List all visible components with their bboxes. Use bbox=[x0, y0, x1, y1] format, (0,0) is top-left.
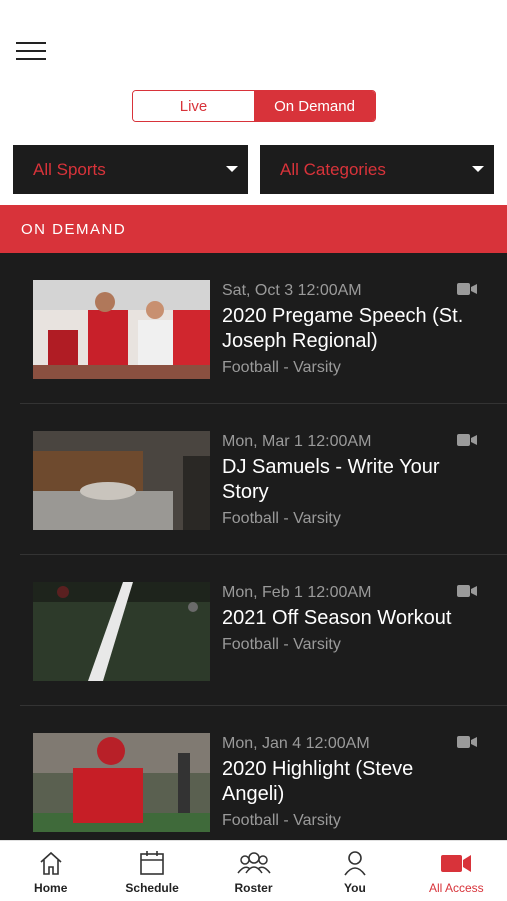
video-camera-icon bbox=[457, 434, 477, 446]
live-tab[interactable]: Live bbox=[133, 91, 254, 121]
video-thumbnail bbox=[33, 280, 210, 379]
categories-dropdown[interactable]: All Categories bbox=[260, 145, 494, 194]
video-list-item[interactable]: Mon, Jan 4 12:00AM 2020 Highlight (Steve… bbox=[0, 706, 507, 840]
tab-label: Roster bbox=[234, 881, 273, 895]
tab-home[interactable]: Home bbox=[0, 841, 101, 901]
tab-label: Schedule bbox=[125, 881, 179, 895]
video-list-item[interactable]: Sat, Oct 3 12:00AM 2020 Pregame Speech (… bbox=[0, 253, 507, 404]
video-list: Sat, Oct 3 12:00AM 2020 Pregame Speech (… bbox=[0, 253, 507, 840]
home-icon bbox=[40, 851, 62, 875]
video-thumbnail bbox=[33, 431, 210, 530]
tab-roster[interactable]: Roster bbox=[203, 841, 304, 901]
video-title: 2020 Highlight (Steve Angeli) bbox=[222, 758, 414, 805]
caret-down-icon bbox=[226, 166, 238, 172]
video-date: Mon, Feb 1 12:00AM bbox=[222, 584, 372, 601]
video-title: 2020 Pregame Speech (St. Joseph Regional… bbox=[222, 305, 464, 352]
caret-down-icon bbox=[472, 166, 484, 172]
video-thumbnail bbox=[33, 582, 210, 681]
video-category: Football - Varsity bbox=[222, 636, 341, 653]
tab-label: Home bbox=[34, 881, 68, 895]
video-camera-icon bbox=[457, 585, 477, 597]
video-list-item[interactable]: Mon, Mar 1 12:00AM DJ Samuels - Write Yo… bbox=[0, 404, 507, 555]
sports-dropdown-label: All Sports bbox=[33, 159, 106, 179]
video-camera-icon bbox=[441, 855, 472, 872]
bottom-tab-bar: Home Schedule Roster You All Access bbox=[0, 840, 507, 901]
ondemand-tab[interactable]: On Demand bbox=[254, 91, 375, 121]
categories-dropdown-label: All Categories bbox=[280, 159, 386, 179]
roster-icon bbox=[236, 852, 271, 874]
tab-schedule[interactable]: Schedule bbox=[101, 841, 202, 901]
tab-label: All Access bbox=[428, 881, 484, 895]
live-ondemand-toggle: Live On Demand bbox=[132, 90, 376, 122]
user-icon bbox=[344, 851, 366, 876]
video-title: 2021 Off Season Workout bbox=[222, 607, 452, 629]
tab-you[interactable]: You bbox=[304, 841, 405, 901]
tab-label: You bbox=[344, 881, 366, 895]
calendar-icon bbox=[140, 851, 164, 875]
video-camera-icon bbox=[457, 736, 477, 748]
menu-icon[interactable] bbox=[16, 42, 46, 64]
video-title: DJ Samuels - Write Your Story bbox=[222, 456, 440, 503]
top-bar: Live On Demand All Sports All Categories bbox=[0, 0, 507, 205]
video-thumbnail bbox=[33, 733, 210, 832]
video-date: Sat, Oct 3 12:00AM bbox=[222, 282, 362, 299]
tab-all-access[interactable]: All Access bbox=[406, 841, 507, 901]
video-date: Mon, Jan 4 12:00AM bbox=[222, 735, 370, 752]
video-date: Mon, Mar 1 12:00AM bbox=[222, 433, 372, 450]
video-camera-icon bbox=[457, 283, 477, 295]
section-title: ON DEMAND bbox=[21, 220, 127, 238]
video-list-item[interactable]: Mon, Feb 1 12:00AM 2021 Off Season Worko… bbox=[0, 555, 507, 706]
video-category: Football - Varsity bbox=[222, 510, 341, 527]
sports-dropdown[interactable]: All Sports bbox=[13, 145, 248, 194]
section-header: ON DEMAND bbox=[0, 205, 507, 253]
video-category: Football - Varsity bbox=[222, 359, 341, 376]
video-category: Football - Varsity bbox=[222, 812, 341, 829]
